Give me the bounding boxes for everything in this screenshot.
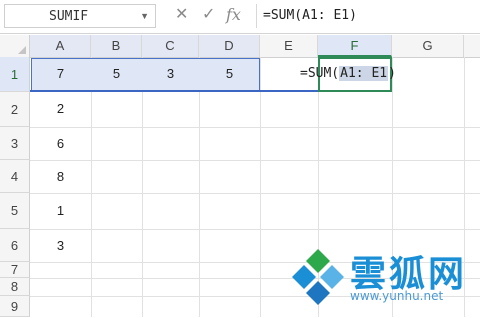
select-all-corner[interactable] xyxy=(0,35,30,57)
cell-b1[interactable]: 5 xyxy=(91,57,142,91)
cell-a1[interactable]: 7 xyxy=(30,57,91,91)
watermark-logo-icon xyxy=(292,249,344,305)
watermark-url: www.yunhu.net xyxy=(350,289,444,303)
cell-a6[interactable]: 3 xyxy=(30,229,91,262)
row-header-6[interactable]: 6 xyxy=(0,229,30,262)
column-header-g[interactable]: G xyxy=(392,35,464,57)
row-header-3[interactable]: 3 xyxy=(0,127,30,160)
row-header-4[interactable]: 4 xyxy=(0,160,30,193)
formula-prefix: =SUM( xyxy=(300,66,340,81)
chevron-down-icon[interactable]: ▼ xyxy=(140,11,149,21)
column-header-b[interactable]: B xyxy=(91,35,142,57)
cell-c1[interactable]: 3 xyxy=(142,57,199,91)
formula-input-text: =SUM(A1: E1) xyxy=(263,8,357,23)
cell-a2[interactable]: 2 xyxy=(30,92,91,126)
column-header-e[interactable]: E xyxy=(260,35,318,57)
cell-d1[interactable]: 5 xyxy=(199,57,260,91)
column-header-f[interactable]: F xyxy=(318,35,392,57)
cell-f1-formula: =SUM(A1: E1) xyxy=(300,57,396,91)
name-box[interactable]: SUMIF ▼ xyxy=(4,4,156,28)
row-header-1[interactable]: 1 xyxy=(0,57,30,92)
column-header-d[interactable]: D xyxy=(199,35,260,57)
cell-a5[interactable]: 1 xyxy=(30,193,91,229)
grid-line xyxy=(30,160,480,161)
check-icon[interactable]: ✓ xyxy=(202,5,215,25)
row-header-2[interactable]: 2 xyxy=(0,92,30,127)
formula-bar: SUMIF ▼ ✕ ✓ fx =SUM(A1: E1) xyxy=(0,0,480,34)
grid-line xyxy=(30,229,480,230)
close-icon[interactable]: ✕ xyxy=(175,5,188,25)
cell-a3[interactable]: 6 xyxy=(30,127,91,160)
row-header-9[interactable]: 9 xyxy=(0,296,30,317)
grid-line xyxy=(30,193,480,194)
function-icon[interactable]: fx xyxy=(226,5,241,25)
column-header-c[interactable]: C xyxy=(142,35,199,57)
formula-input[interactable]: =SUM(A1: E1) xyxy=(256,4,478,28)
column-header-row: A B C D E F G xyxy=(0,35,480,58)
row-header-7[interactable]: 7 xyxy=(0,262,30,278)
name-box-value: SUMIF xyxy=(49,9,89,24)
grid-line xyxy=(30,127,480,128)
column-header-a[interactable]: A xyxy=(30,35,91,57)
row-header-5[interactable]: 5 xyxy=(0,193,30,229)
formula-suffix: ) xyxy=(388,66,396,81)
watermark: 雲狐网 www.yunhu.net xyxy=(286,243,480,317)
formula-range-reference: A1: E1 xyxy=(339,66,389,81)
cell-a4[interactable]: 8 xyxy=(30,160,91,193)
row-header-8[interactable]: 8 xyxy=(0,278,30,296)
